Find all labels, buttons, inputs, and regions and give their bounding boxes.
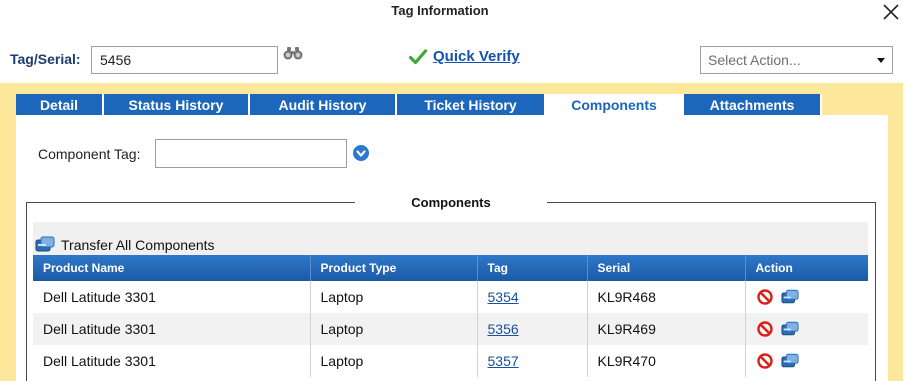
tag-link[interactable]: 5356 [488, 321, 519, 337]
cell-serial: KL9R470 [587, 345, 746, 377]
chevron-down-icon [877, 58, 885, 63]
tab-audit-history[interactable]: Audit History [250, 94, 397, 115]
tab-attachments[interactable]: Attachments [684, 94, 822, 115]
transfer-all-components-label: Transfer All Components [61, 236, 215, 253]
select-action-value: Select Action... [708, 52, 801, 68]
tab-bar: Detail Status History Audit History Tick… [16, 94, 822, 115]
cell-serial: KL9R469 [587, 313, 746, 345]
transfer-icon[interactable] [780, 321, 799, 337]
tab-components[interactable]: Components [546, 94, 684, 115]
cell-tag: 5354 [477, 281, 588, 313]
tab-status-history[interactable]: Status History [104, 94, 250, 115]
cell-product-name: Dell Latitude 3301 [33, 313, 311, 345]
tag-link[interactable]: 5354 [488, 289, 519, 305]
remove-icon[interactable] [756, 289, 774, 305]
binoculars-icon[interactable] [283, 46, 303, 60]
cell-product-name: Dell Latitude 3301 [33, 345, 311, 377]
cell-product-type: Laptop [310, 345, 478, 377]
remove-icon[interactable] [756, 353, 774, 369]
table-header-row: Product Name Product Type Tag Serial Act… [33, 255, 868, 281]
components-table: Product Name Product Type Tag Serial Act… [33, 255, 868, 377]
cell-tag: 5356 [477, 313, 588, 345]
table-row: Dell Latitude 3301 Laptop 5356 KL9R469 [33, 313, 868, 345]
transfer-icon[interactable] [780, 353, 799, 369]
cell-serial: KL9R468 [587, 281, 746, 313]
cell-action [745, 313, 868, 345]
cell-tag: 5357 [477, 345, 588, 377]
component-tag-label: Component Tag: [38, 146, 141, 162]
quick-verify-button[interactable]: Quick Verify [409, 48, 520, 65]
cell-product-type: Laptop [310, 281, 478, 313]
remove-icon[interactable] [756, 321, 774, 337]
select-action-dropdown[interactable]: Select Action... [700, 46, 893, 74]
column-header-product-name[interactable]: Product Name [33, 255, 311, 281]
tag-link[interactable]: 5357 [488, 353, 519, 369]
tag-serial-input[interactable] [91, 46, 278, 74]
tab-ticket-history[interactable]: Ticket History [397, 94, 546, 115]
checkmark-icon [409, 48, 427, 64]
transfer-icon[interactable] [780, 289, 799, 305]
column-header-tag[interactable]: Tag [477, 255, 588, 281]
cell-action [745, 281, 868, 313]
close-icon[interactable] [882, 3, 900, 21]
cell-action [745, 345, 868, 377]
cell-product-type: Laptop [310, 313, 478, 345]
transfer-icon [35, 236, 55, 252]
column-header-serial[interactable]: Serial [587, 255, 746, 281]
table-row: Dell Latitude 3301 Laptop 5357 KL9R470 [33, 345, 868, 377]
window-title: Tag Information [391, 3, 489, 18]
tag-serial-label: Tag/Serial: [10, 51, 81, 67]
table-row: Dell Latitude 3301 Laptop 5354 KL9R468 [33, 281, 868, 313]
component-tag-input[interactable] [155, 139, 347, 168]
components-section-title: Components [355, 195, 547, 211]
arrow-down-circle-icon[interactable] [352, 144, 370, 162]
quick-verify-link[interactable]: Quick Verify [433, 48, 520, 65]
tab-detail[interactable]: Detail [16, 94, 104, 115]
column-header-action: Action [745, 255, 868, 281]
transfer-all-components-button[interactable]: Transfer All Components [35, 236, 215, 253]
column-header-product-type[interactable]: Product Type [310, 255, 478, 281]
cell-product-name: Dell Latitude 3301 [33, 281, 311, 313]
title-bar: Tag Information [0, 0, 908, 24]
